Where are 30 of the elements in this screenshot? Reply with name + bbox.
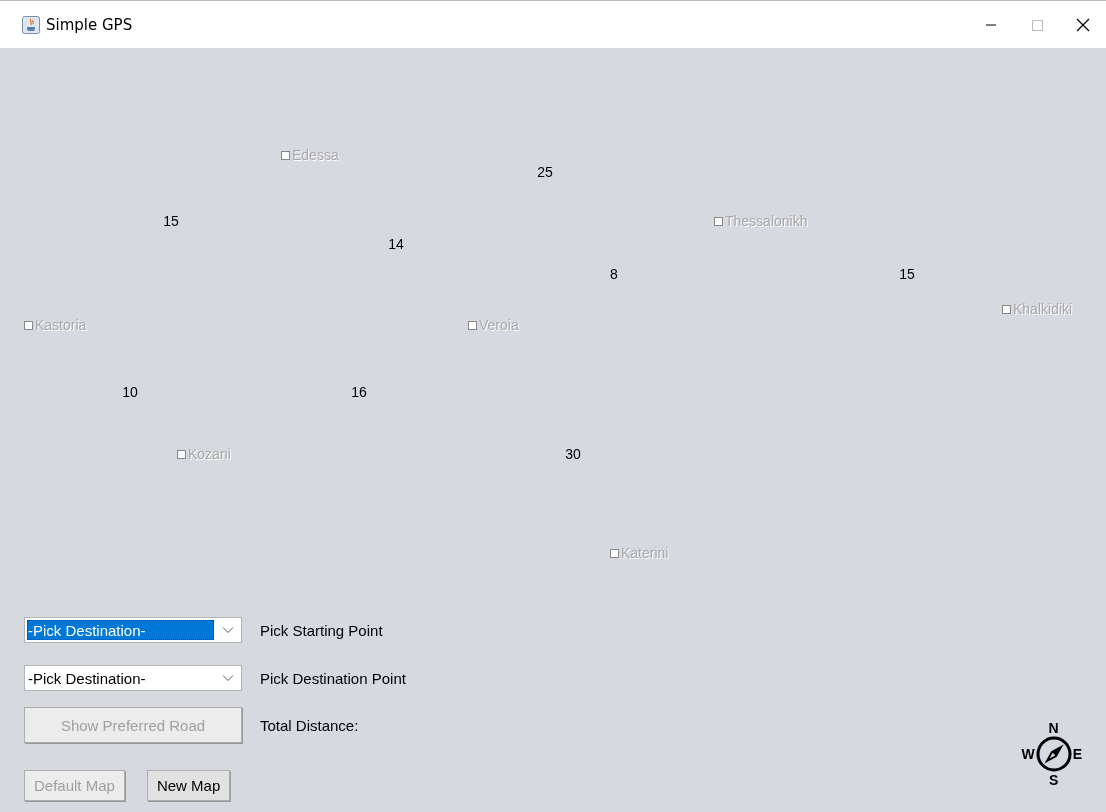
city-label: Kozani	[188, 446, 231, 462]
caret-icon	[222, 674, 234, 682]
compass-letter: N	[1048, 721, 1059, 735]
distance-label: 25	[537, 164, 553, 180]
total-distance-label: Total Distance:	[260, 716, 359, 734]
city-label: Katerini	[621, 545, 669, 561]
city-label: Khalkidiki	[1013, 301, 1073, 317]
compass-letter: E	[1072, 747, 1082, 761]
compass-icon	[1034, 735, 1073, 773]
city-label: Edessa	[292, 147, 339, 163]
field-label: Pick Destination Point	[260, 669, 406, 687]
field-label: Pick Starting Point	[260, 621, 383, 639]
dropdown[interactable]: -Pick Destination-	[24, 617, 242, 643]
city-label: Thessalonikh	[725, 213, 808, 229]
distance-label: 15	[899, 266, 915, 282]
city-label: Kastoria	[35, 317, 87, 333]
distance-label: 10	[122, 384, 138, 400]
caret-icon	[222, 626, 234, 634]
distance-label: 16	[351, 384, 367, 400]
app-icon	[22, 15, 40, 34]
compass-letter: W	[1021, 747, 1035, 761]
compass-letter: S	[1049, 773, 1059, 787]
window-title: Simple GPS	[46, 15, 133, 34]
new-map-button[interactable]: New Map	[146, 770, 231, 801]
dropdown[interactable]: -Pick Destination-	[24, 665, 242, 691]
distance-label: 14	[388, 236, 404, 252]
distance-label: 30	[565, 446, 581, 462]
city-label: Veroia	[479, 317, 519, 333]
distance-label: 15	[163, 213, 179, 229]
distance-label: 8	[610, 266, 618, 282]
